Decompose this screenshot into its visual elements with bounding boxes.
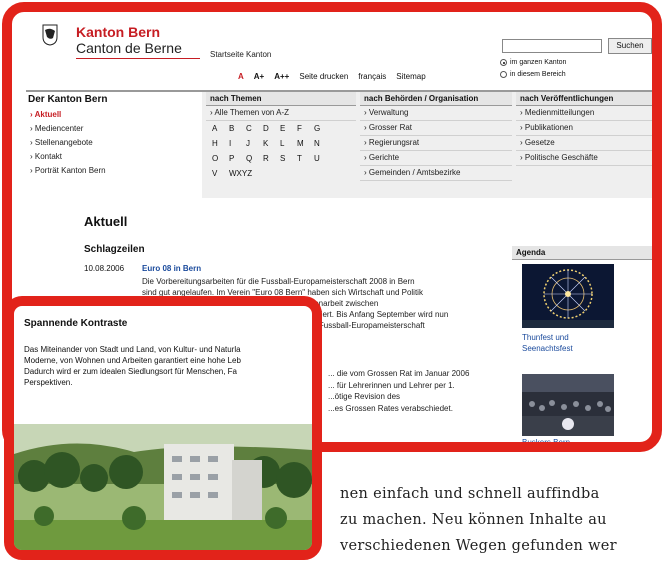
agenda-item-2[interactable]: Buskers Bern [522,438,570,442]
letter-link[interactable]: N [314,139,331,148]
font-size-large[interactable]: A++ [274,72,289,81]
news-line: ... die vom Grossen Rat im Januar 2006 [328,369,470,378]
radio-label: im ganzen Kanton [510,59,567,66]
article-line: nen einfach und schnell auffindba [340,486,600,502]
letter-link[interactable]: H [212,139,229,148]
nav-item-mediencenter[interactable]: › Mediencenter [30,122,106,136]
letter-link[interactable]: F [297,124,314,133]
letter-link[interactable]: Q [246,154,263,163]
news-line: ...ötige Revision des [328,392,401,401]
search-button[interactable]: Suchen [608,38,652,54]
nav-item-publikationen[interactable]: › Publikationen [516,121,652,136]
overlay-line: Dadurch wird er zum idealen Siedlungsort… [24,367,237,376]
nav-item-portraet[interactable]: › Porträt Kanton Bern [30,164,106,178]
article-line: verschiedenen Wegen gefunden wer [340,538,617,554]
letter-link[interactable]: M [297,139,314,148]
main-navigation: Der Kanton Bern › Aktuell › Mediencenter… [26,90,652,200]
agenda-item-1[interactable]: Thunfest und Seenachtsfest [522,332,573,354]
nav-item-grosser-rat[interactable]: › Grosser Rat [360,121,512,136]
nav-item-stellenangebote[interactable]: › Stellenangebote [30,136,106,150]
sitemap-link[interactable]: Sitemap [396,72,425,81]
site-title-fr[interactable]: Canton de Berne [76,40,182,56]
radio-this-area[interactable]: in diesem Bereich [500,71,566,78]
nav-all-themes[interactable]: › Alle Themen von A-Z [206,106,356,121]
page-title: Aktuell [84,214,128,229]
news-title-link[interactable]: Euro 08 in Bern [142,264,201,273]
ferris-wheel-image[interactable] [522,264,614,328]
overlay-line: Das Miteinander von Stadt und Land, von … [24,345,241,354]
startseite-link[interactable]: Startseite Kanton [210,50,271,59]
nav-item-verwaltung[interactable]: › Verwaltung [360,106,512,121]
news-body-2: ... die vom Grossen Rat im Januar 2006 .… [328,368,528,414]
page-tools: A A+ A++ Seite drucken français Sitemap [238,72,426,81]
nav-col-title: nach Themen [206,92,356,106]
search-input[interactable] [502,39,602,53]
title-underline [76,58,200,59]
nav-item-gerichte[interactable]: › Gerichte [360,151,512,166]
letter-link[interactable]: O [212,154,229,163]
letter-link[interactable]: S [280,154,297,163]
nav-left-title: Der Kanton Bern [28,94,108,105]
overlay-frame: Spannende Kontraste Das Miteinander von … [4,296,322,560]
nav-col-title: nach Veröffentlichungen [516,92,652,106]
nav-left: Der Kanton Bern › Aktuell › Mediencenter… [26,92,202,200]
nav-col-themen: nach Themen › Alle Themen von A-Z A B C … [206,92,356,200]
overlay-line: Moderne, von Wohnen und Arbeiten garanti… [24,356,241,365]
letter-link[interactable]: A [212,124,229,133]
site-title-de[interactable]: Kanton Bern [76,24,160,40]
overlay-title: Spannende Kontraste [24,318,128,329]
nav-item-politische-geschaefte[interactable]: › Politische Geschäfte [516,151,652,166]
section-heading: Schlagzeilen [84,244,145,255]
nav-col-publikationen: nach Veröffentlichungen › Medienmitteilu… [516,92,652,200]
letter-link[interactable]: V [212,169,229,178]
buskers-image[interactable] [522,374,614,436]
article-line: zu machen. Neu können Inhalte au [340,512,607,528]
letter-link[interactable]: L [280,139,297,148]
letter-link[interactable]: R [263,154,280,163]
alphabet-index: A B C D E F G H I J K L M N O P Q R S T … [206,121,356,181]
overlay-body: Das Miteinander von Stadt und Land, von … [24,344,312,388]
font-size-small[interactable]: A [238,72,244,81]
nav-col-title: nach Behörden / Organisation [360,92,512,106]
overlay-line: Perspektiven. [24,378,73,387]
nav-item-regierungsrat[interactable]: › Regierungsrat [360,136,512,151]
news-line: ... für Lehrerinnen und Lehrer per 1. [328,380,455,390]
nav-col-behoerden: nach Behörden / Organisation › Verwaltun… [360,92,512,200]
agenda-title: Agenda [512,246,652,260]
language-link[interactable]: français [358,72,386,81]
radio-whole-canton[interactable]: im ganzen Kanton [500,59,566,66]
letter-link[interactable]: E [280,124,297,133]
news-line: Die Vorbereitungsarbeiten für die Fussba… [142,277,415,286]
radio-selected-icon[interactable] [500,59,507,66]
letter-link[interactable]: G [314,124,331,133]
letter-link[interactable]: WXYZ [229,169,252,178]
nav-item-medienmitteilungen[interactable]: › Medienmitteilungen [516,106,652,121]
letter-link[interactable]: I [229,139,246,148]
letter-link[interactable]: J [246,139,263,148]
letter-link[interactable]: C [246,124,263,133]
agenda-sidebar: Agenda Thunfest und Seenachtsfest Busker… [512,246,652,442]
landscape-photo [14,424,312,550]
radio-unselected-icon[interactable] [500,71,507,78]
letter-link[interactable]: P [229,154,246,163]
news-date: 10.08.2006 [84,264,125,273]
crowd-photo-icon [522,374,614,436]
letter-link[interactable]: K [263,139,280,148]
font-size-medium[interactable]: A+ [254,72,264,81]
nav-item-aktuell[interactable]: › Aktuell [30,108,106,122]
news-line: ...es Grossen Rates verabschiedet. [328,403,453,413]
nav-left-list: › Aktuell › Mediencenter › Stellenangebo… [30,108,106,178]
letter-link[interactable]: U [314,154,331,163]
letter-link[interactable]: T [297,154,314,163]
nav-item-gemeinden[interactable]: › Gemeinden / Amtsbezirke [360,166,512,181]
print-link[interactable]: Seite drucken [299,72,348,81]
landscape-photo-icon [14,424,312,550]
letter-link[interactable]: D [263,124,280,133]
letter-link[interactable]: B [229,124,246,133]
ferris-wheel-icon [522,264,614,328]
nav-item-gesetze[interactable]: › Gesetze [516,136,652,151]
radio-label: in diesem Bereich [510,71,566,78]
bern-crest-icon [42,24,58,46]
nav-item-kontakt[interactable]: › Kontakt [30,150,106,164]
